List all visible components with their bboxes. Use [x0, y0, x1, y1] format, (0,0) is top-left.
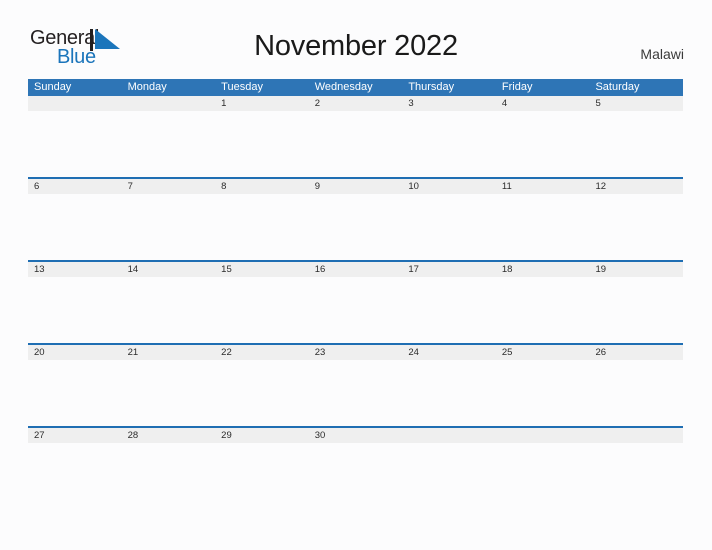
- event-cell[interactable]: [496, 111, 590, 177]
- date-cell[interactable]: [28, 96, 122, 111]
- date-cell[interactable]: 6: [28, 179, 122, 194]
- event-cell[interactable]: [122, 111, 216, 177]
- date-cell[interactable]: [402, 428, 496, 443]
- date-cell[interactable]: [496, 428, 590, 443]
- date-number-strip: 1 2 3 4 5: [28, 96, 683, 111]
- date-cell[interactable]: 22: [215, 345, 309, 360]
- date-cell[interactable]: 10: [402, 179, 496, 194]
- date-cell[interactable]: 30: [309, 428, 403, 443]
- event-cell[interactable]: [496, 443, 590, 509]
- week-row: 6 7 8 9 10 11 12: [28, 177, 683, 260]
- event-cell[interactable]: [215, 194, 309, 260]
- date-number-strip: 13 14 15 16 17 18 19: [28, 262, 683, 277]
- event-cell[interactable]: [122, 360, 216, 426]
- date-cell[interactable]: 24: [402, 345, 496, 360]
- date-cell[interactable]: [122, 96, 216, 111]
- event-cell[interactable]: [402, 194, 496, 260]
- date-cell[interactable]: 15: [215, 262, 309, 277]
- date-cell[interactable]: 2: [309, 96, 403, 111]
- date-cell[interactable]: 5: [589, 96, 683, 111]
- date-cell[interactable]: 19: [589, 262, 683, 277]
- weekday-header-wednesday: Wednesday: [314, 81, 373, 93]
- event-cell[interactable]: [496, 360, 590, 426]
- date-cell[interactable]: 11: [496, 179, 590, 194]
- page-header: General Blue November 2022 Malawi: [0, 0, 712, 67]
- date-number-strip: 27 28 29 30: [28, 428, 683, 443]
- event-cell[interactable]: [496, 194, 590, 260]
- date-cell[interactable]: 14: [122, 262, 216, 277]
- event-cell[interactable]: [122, 277, 216, 343]
- event-cell[interactable]: [402, 277, 496, 343]
- event-cell[interactable]: [215, 277, 309, 343]
- calendar-grid: Sunday Monday Tuesday Wednesday Thursday…: [28, 79, 683, 509]
- date-cell[interactable]: 28: [122, 428, 216, 443]
- date-cell[interactable]: 26: [589, 345, 683, 360]
- event-area-strip: [28, 277, 683, 343]
- date-cell[interactable]: 12: [589, 179, 683, 194]
- date-number-strip: 6 7 8 9 10 11 12: [28, 179, 683, 194]
- weekday-header-monday: Monday: [127, 81, 167, 93]
- date-cell[interactable]: 17: [402, 262, 496, 277]
- weekday-header-sunday: Sunday: [34, 81, 72, 93]
- event-cell[interactable]: [215, 443, 309, 509]
- event-cell[interactable]: [589, 443, 683, 509]
- weekday-header-friday: Friday: [501, 81, 533, 93]
- date-cell[interactable]: 18: [496, 262, 590, 277]
- date-cell[interactable]: 7: [122, 179, 216, 194]
- event-cell[interactable]: [309, 111, 403, 177]
- week-row: 27 28 29 30: [28, 426, 683, 509]
- region-label: Malawi: [640, 46, 684, 62]
- date-cell[interactable]: 23: [309, 345, 403, 360]
- event-cell[interactable]: [496, 277, 590, 343]
- weekday-header-saturday: Saturday: [595, 81, 640, 93]
- event-cell[interactable]: [309, 443, 403, 509]
- date-cell[interactable]: 21: [122, 345, 216, 360]
- page-title: November 2022: [254, 30, 458, 62]
- event-cell[interactable]: [589, 111, 683, 177]
- date-cell[interactable]: 29: [215, 428, 309, 443]
- date-cell[interactable]: 3: [402, 96, 496, 111]
- date-cell[interactable]: 8: [215, 179, 309, 194]
- event-cell[interactable]: [28, 360, 122, 426]
- date-cell[interactable]: 1: [215, 96, 309, 111]
- date-cell[interactable]: 16: [309, 262, 403, 277]
- event-cell[interactable]: [28, 277, 122, 343]
- event-cell[interactable]: [122, 194, 216, 260]
- date-number-strip: 20 21 22 23 24 25 26: [28, 345, 683, 360]
- date-cell[interactable]: 27: [28, 428, 122, 443]
- week-row: 13 14 15 16 17 18 19: [28, 260, 683, 343]
- week-row: 1 2 3 4 5: [28, 96, 683, 177]
- event-cell[interactable]: [402, 111, 496, 177]
- event-cell[interactable]: [309, 194, 403, 260]
- event-cell[interactable]: [122, 443, 216, 509]
- week-row: 20 21 22 23 24 25 26: [28, 343, 683, 426]
- event-cell[interactable]: [28, 194, 122, 260]
- event-cell[interactable]: [28, 443, 122, 509]
- date-cell[interactable]: 9: [309, 179, 403, 194]
- event-cell[interactable]: [215, 111, 309, 177]
- event-cell[interactable]: [309, 277, 403, 343]
- date-cell[interactable]: 25: [496, 345, 590, 360]
- event-area-strip: [28, 194, 683, 260]
- weekday-header-thursday: Thursday: [408, 81, 455, 93]
- event-area-strip: [28, 111, 683, 177]
- event-area-strip: [28, 443, 683, 509]
- weekday-header-tuesday: Tuesday: [221, 81, 263, 93]
- date-cell[interactable]: 13: [28, 262, 122, 277]
- event-cell[interactable]: [215, 360, 309, 426]
- event-cell[interactable]: [589, 194, 683, 260]
- event-cell[interactable]: [589, 360, 683, 426]
- event-cell[interactable]: [309, 360, 403, 426]
- weekday-header-row: Sunday Monday Tuesday Wednesday Thursday…: [28, 79, 683, 96]
- event-cell[interactable]: [589, 277, 683, 343]
- event-cell[interactable]: [28, 111, 122, 177]
- event-cell[interactable]: [402, 443, 496, 509]
- date-cell[interactable]: 4: [496, 96, 590, 111]
- date-cell[interactable]: [589, 428, 683, 443]
- event-cell[interactable]: [402, 360, 496, 426]
- event-area-strip: [28, 360, 683, 426]
- date-cell[interactable]: 20: [28, 345, 122, 360]
